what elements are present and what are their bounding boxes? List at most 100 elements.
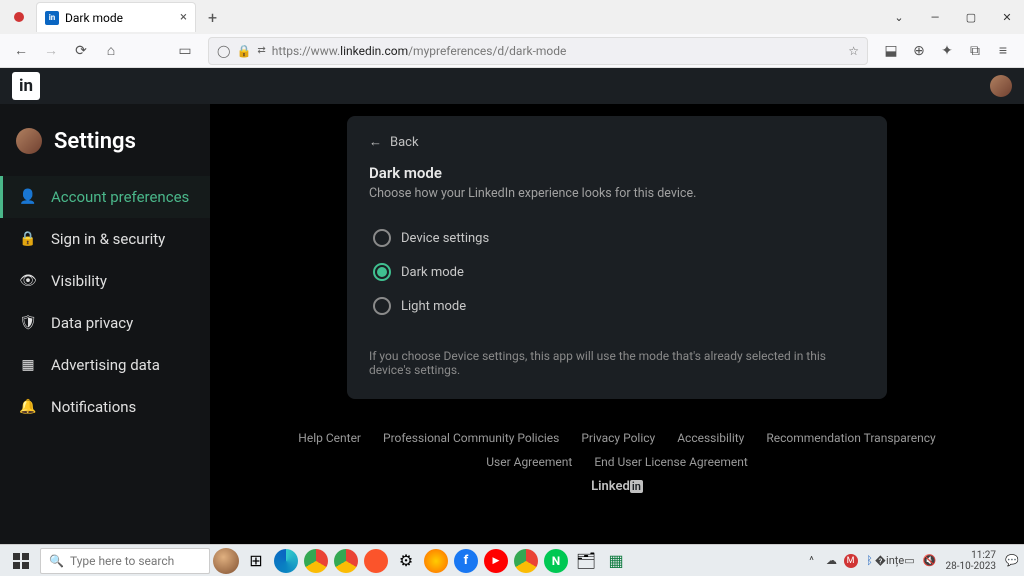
shield-icon: ◯ <box>217 44 230 58</box>
sidebar-item-visibility[interactable]: 👁 Visibility <box>0 260 210 302</box>
app-icon[interactable]: N <box>544 549 568 573</box>
system-tray: ^ ☁ M ᛒ �ințe ▭ 🔇 11:27 28-10-2023 💬 <box>804 550 1021 572</box>
sidebar-header: Settings <box>0 128 210 176</box>
home-button[interactable]: ⌂ <box>98 38 124 64</box>
sidebar-item-label: Advertising data <box>51 356 160 374</box>
sidebar-item-label: Sign in & security <box>51 230 165 248</box>
page-title: Settings <box>54 129 136 154</box>
bookmark-star-icon[interactable]: ☆ <box>848 44 859 58</box>
app-header: in <box>0 68 1024 104</box>
avatar[interactable] <box>990 75 1012 97</box>
news-icon: ▦ <box>19 357 37 373</box>
footer-link-recommendation-transparency[interactable]: Recommendation Transparency <box>766 431 935 445</box>
notifications-icon[interactable]: 💬 <box>1004 553 1020 569</box>
brave-icon[interactable] <box>364 549 388 573</box>
sidebar-item-label: Visibility <box>51 272 107 290</box>
taskbar-search[interactable]: 🔍 Type here to search <box>40 548 210 574</box>
facebook-icon[interactable]: f <box>454 549 478 573</box>
sidebar-item-advertising-data[interactable]: ▦ Advertising data <box>0 344 210 386</box>
card-note: If you choose Device settings, this app … <box>369 349 865 377</box>
chrome-icon[interactable] <box>334 549 358 573</box>
url-bar[interactable]: ◯ 🔒 ⇄ https://www.linkedin.com/myprefere… <box>208 37 868 65</box>
browser-tab[interactable]: in Dark mode × <box>36 2 196 32</box>
close-icon[interactable]: × <box>180 10 187 25</box>
permissions-icon: ⇄ <box>257 45 265 56</box>
app-tray-icon[interactable]: M <box>844 554 858 568</box>
card-subtitle: Choose how your LinkedIn experience look… <box>369 186 865 201</box>
forward-button[interactable]: → <box>38 38 64 64</box>
extension-icon[interactable]: ✦ <box>934 38 960 64</box>
linkedin-logo[interactable]: in <box>12 72 40 100</box>
radio-light-mode[interactable]: Light mode <box>369 289 865 323</box>
shield-icon: 🛡 <box>19 315 37 331</box>
content-area: ← Back Dark mode Choose how your LinkedI… <box>210 104 1024 544</box>
sidebar-item-account-preferences[interactable]: 👤 Account preferences <box>0 176 210 218</box>
firefox-icon[interactable] <box>424 549 448 573</box>
footer-link-accessibility[interactable]: Accessibility <box>677 431 744 445</box>
task-view-icon[interactable]: ⊞ <box>242 547 270 575</box>
search-placeholder: Type here to search <box>70 554 174 568</box>
youtube-icon[interactable]: ▶ <box>484 549 508 573</box>
excel-icon[interactable]: ▦ <box>602 547 630 575</box>
linkedin-app: in Settings 👤 Account preferences 🔒 Sign… <box>0 68 1024 544</box>
radio-icon <box>373 229 391 247</box>
pocket-icon[interactable]: ⬓ <box>878 38 904 64</box>
new-tab-button[interactable]: + <box>202 6 223 29</box>
sidebar-item-label: Notifications <box>51 398 136 416</box>
reload-button[interactable]: ⟳ <box>68 38 94 64</box>
browser-titlebar: in Dark mode × + ⌄ — ▢ ✕ <box>0 0 1024 34</box>
chrome-icon[interactable] <box>514 549 538 573</box>
edge-icon[interactable] <box>274 549 298 573</box>
back-label: Back <box>390 135 419 150</box>
footer-link-privacy-policy[interactable]: Privacy Policy <box>581 431 655 445</box>
radio-icon <box>373 297 391 315</box>
close-window-button[interactable]: ✕ <box>990 3 1024 31</box>
start-button[interactable] <box>4 547 38 575</box>
chevron-down-icon[interactable]: ⌄ <box>882 3 916 31</box>
settings-sidebar: Settings 👤 Account preferences 🔒 Sign in… <box>0 104 210 544</box>
card-title: Dark mode <box>369 164 865 182</box>
browser-toolbar: ← → ⟳ ⌂ ▭ ◯ 🔒 ⇄ https://www.linkedin.com… <box>0 34 1024 68</box>
maximize-button[interactable]: ▢ <box>954 3 988 31</box>
footer-link-eula[interactable]: End User License Agreement <box>594 455 747 469</box>
sidebar-item-notifications[interactable]: 🔔 Notifications <box>0 386 210 428</box>
settings-icon[interactable]: ⚙ <box>392 547 420 575</box>
search-icon: 🔍 <box>49 554 64 568</box>
minimize-button[interactable]: — <box>918 3 952 31</box>
url-text: https://www.linkedin.com/mypreferences/d… <box>272 44 567 58</box>
footer-link-help-center[interactable]: Help Center <box>298 431 361 445</box>
lock-icon: 🔒 <box>19 231 37 247</box>
radio-label: Device settings <box>401 231 489 246</box>
back-link[interactable]: ← Back <box>369 134 865 150</box>
linkedin-favicon: in <box>45 11 59 25</box>
onedrive-icon[interactable]: ☁ <box>824 553 840 569</box>
radio-device-settings[interactable]: Device settings <box>369 221 865 255</box>
footer-link-community-policies[interactable]: Professional Community Policies <box>383 431 559 445</box>
reader-icon[interactable]: ▭ <box>172 38 198 64</box>
bell-icon: 🔔 <box>19 399 37 415</box>
firefox-icon <box>14 12 24 22</box>
sidebar-item-signin-security[interactable]: 🔒 Sign in & security <box>0 218 210 260</box>
tray-overflow-icon[interactable]: ^ <box>804 553 820 569</box>
wifi-icon[interactable]: �ințe <box>882 553 898 569</box>
clock[interactable]: 11:27 28-10-2023 <box>942 550 1001 572</box>
menu-icon[interactable]: ≡ <box>990 38 1016 64</box>
battery-icon[interactable]: ▭ <box>902 553 918 569</box>
footer-link-user-agreement[interactable]: User Agreement <box>486 455 572 469</box>
cortana-face-icon[interactable] <box>212 547 240 575</box>
arrow-left-icon: ← <box>369 134 382 150</box>
extensions-icon[interactable]: ⧉ <box>962 38 988 64</box>
sidebar-item-data-privacy[interactable]: 🛡 Data privacy <box>0 302 210 344</box>
back-button[interactable]: ← <box>8 38 34 64</box>
chrome-icon[interactable] <box>304 549 328 573</box>
tab-title: Dark mode <box>65 11 123 25</box>
window-controls: ⌄ — ▢ ✕ <box>882 3 1024 31</box>
radio-label: Dark mode <box>401 265 464 280</box>
globe-icon[interactable]: ⊕ <box>906 38 932 64</box>
windows-taskbar: 🔍 Type here to search ⊞ ⚙ f ▶ N 🗂 ▦ ^ ☁ … <box>0 544 1024 576</box>
radio-dark-mode[interactable]: Dark mode <box>369 255 865 289</box>
explorer-icon[interactable]: 🗂 <box>572 547 600 575</box>
footer-brand: Linkedin <box>210 479 1024 494</box>
volume-icon[interactable]: 🔇 <box>922 553 938 569</box>
sidebar-item-label: Data privacy <box>51 314 133 332</box>
